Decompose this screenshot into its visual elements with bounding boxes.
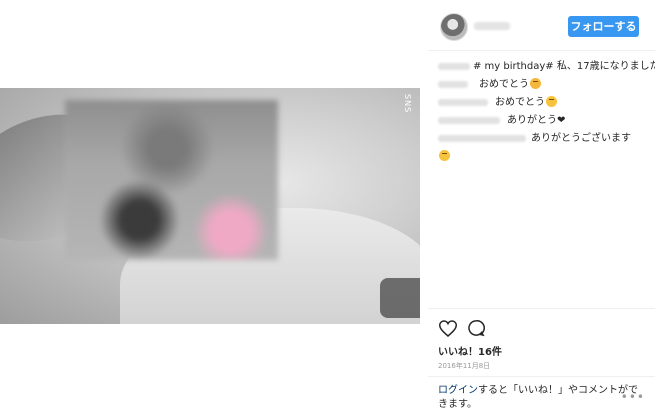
likes-count[interactable]: いいね！16件 [438,343,502,358]
post-photo[interactable]: SNS [0,88,420,324]
post-date: 2016年11月8日 [438,362,491,370]
smile-emoji-icon [546,96,557,107]
post-sidebar: フォローする # my birthday# 私、17歳になりました おめでとう … [428,0,655,420]
comment-item [438,150,648,166]
comment-item: ありがとう❤ [438,114,648,130]
post-header: フォローする [428,0,655,51]
heart-icon[interactable] [438,318,458,338]
comment-text: おめでとう [495,97,545,108]
comment-item: おめでとう [438,78,648,94]
face-blur-mask [65,100,278,260]
more-options-icon[interactable]: ••• [621,390,645,404]
comment-text: おめでとう [479,79,529,90]
username-mask[interactable] [438,116,500,124]
caption-text: # my birthday# 私、17歳になりました [473,61,655,72]
login-prompt: ログインすると「いいね！」やコメントができます。 [438,384,643,412]
caption: # my birthday# 私、17歳になりました [438,60,655,76]
comments-list: # my birthday# 私、17歳になりました おめでとう おめでとう あ… [438,60,655,168]
photo-shadow [380,278,420,318]
grin-emoji-icon [439,150,450,161]
login-link[interactable]: ログイン [438,385,478,396]
follow-button[interactable]: フォローする [568,16,639,37]
comment-item: ありがとうございます [438,132,648,148]
photo-watermark: SNS [403,94,412,114]
divider [428,376,655,377]
username-mask[interactable] [438,98,488,106]
comment-icon[interactable] [466,318,486,338]
username-mask[interactable] [474,22,510,30]
divider [428,308,655,309]
comment-item: おめでとう [438,96,648,112]
username-mask[interactable] [438,62,470,70]
avatar[interactable] [440,13,468,41]
comment-text: ありがとう❤ [507,115,566,126]
username-mask[interactable] [438,134,526,142]
wink-emoji-icon [530,78,541,89]
username-mask[interactable] [438,80,468,88]
comment-text: ありがとうございます [531,133,631,144]
